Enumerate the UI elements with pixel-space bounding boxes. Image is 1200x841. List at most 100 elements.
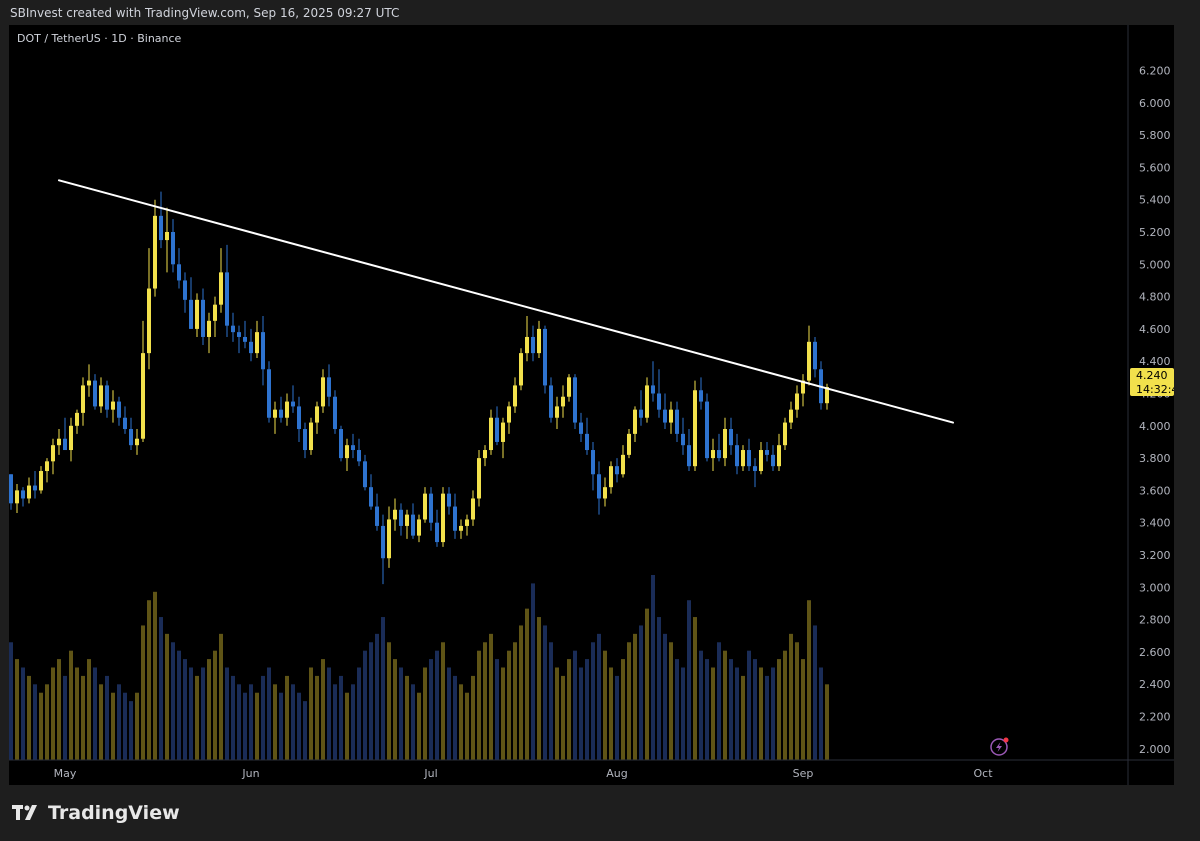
candle-body	[771, 454, 775, 467]
volume-bar	[549, 642, 553, 760]
candle	[9, 474, 13, 510]
volume-bar	[117, 684, 121, 760]
volume-bar	[693, 617, 697, 760]
volume-bar	[81, 675, 85, 760]
lightning-icon[interactable]	[990, 737, 1009, 756]
candle	[411, 503, 415, 539]
volume-bar	[315, 675, 319, 760]
candle	[423, 487, 427, 523]
candle-body	[699, 390, 703, 402]
volume-bar	[489, 633, 493, 760]
candle-body	[795, 393, 799, 410]
candle	[489, 409, 493, 455]
candle-body	[513, 385, 517, 407]
volume-bar	[573, 650, 577, 760]
candle	[609, 461, 613, 494]
descending-trendline[interactable]	[58, 179, 954, 424]
candle-body	[465, 519, 469, 526]
candle	[57, 429, 61, 455]
volume-bar	[153, 591, 157, 760]
candle	[471, 490, 475, 526]
candle	[495, 406, 499, 446]
volume-bar	[159, 617, 163, 760]
price-tick-label: 2.800	[1139, 614, 1171, 627]
volume-bar	[771, 667, 775, 760]
candle	[147, 248, 151, 370]
volume-bar	[171, 642, 175, 760]
candle	[363, 454, 367, 491]
price-tick-label: 5.600	[1139, 161, 1171, 174]
volume-bar	[393, 659, 397, 760]
candle-body	[735, 445, 739, 467]
volume-bar	[471, 675, 475, 760]
candle-body	[351, 445, 355, 451]
candle-body	[483, 450, 487, 459]
price-axis[interactable]: 2.000 2.200 2.400 2.600 2.800 3.000 3.200 3.400…	[1139, 65, 1171, 756]
candle	[171, 219, 175, 273]
candle	[69, 417, 73, 462]
candle	[357, 438, 361, 467]
volume-bar	[45, 684, 49, 760]
price-tick-label: 2.000	[1139, 743, 1171, 756]
candle	[771, 445, 775, 472]
candle-body	[399, 509, 403, 526]
volume-bar	[537, 617, 541, 760]
candle-body	[129, 429, 133, 446]
chart-area[interactable]: 2.000 2.200 2.400 2.600 2.800 3.000 3.200 3.400…	[9, 25, 1174, 785]
volume-bar	[741, 675, 745, 760]
volume-bar	[33, 684, 37, 760]
candle	[789, 401, 793, 430]
volume-bar	[177, 650, 181, 760]
time-axis[interactable]: May Jun Jul Aug Sep Oct	[54, 767, 994, 780]
volume-bar	[297, 692, 301, 760]
volume-bar	[633, 633, 637, 760]
candle	[27, 477, 31, 504]
candle-body	[9, 474, 13, 504]
candle-body	[267, 369, 271, 418]
volume-bar	[447, 667, 451, 760]
price-tick-label: 4.800	[1139, 291, 1171, 304]
volume-bar	[777, 659, 781, 760]
candle-body	[543, 328, 547, 386]
price-tick-label: 3.200	[1139, 549, 1171, 562]
candle-body	[117, 401, 121, 418]
candle-body	[609, 466, 613, 488]
volume-bar	[501, 667, 505, 760]
candle	[135, 429, 139, 455]
candle-body	[39, 471, 43, 491]
candle-body	[177, 264, 181, 281]
candle	[165, 207, 169, 273]
candle	[747, 438, 751, 472]
candle	[543, 325, 547, 394]
candle	[345, 438, 349, 472]
candle	[591, 441, 595, 491]
candle	[405, 509, 409, 539]
candle-body	[789, 409, 793, 423]
candle-body	[693, 390, 697, 467]
candle-body	[453, 506, 457, 531]
volume-bar	[189, 667, 193, 760]
candle	[39, 466, 43, 494]
volume-bars	[9, 575, 829, 760]
candle	[729, 417, 733, 455]
candlestick-chart[interactable]: 2.000 2.200 2.400 2.600 2.800 3.000 3.200 3.400…	[9, 25, 1174, 785]
candle-body	[339, 429, 343, 459]
candle-body	[579, 422, 583, 434]
tradingview-logo-icon	[12, 805, 37, 820]
candle-body	[93, 380, 97, 407]
candle	[621, 445, 625, 478]
candle-body	[441, 493, 445, 543]
volume-bar	[39, 692, 43, 760]
candle	[285, 393, 289, 426]
candle	[87, 364, 91, 397]
volume-bar	[123, 692, 127, 760]
price-tick-label: 6.000	[1139, 97, 1171, 110]
candle-body	[705, 401, 709, 459]
volume-bar	[669, 642, 673, 760]
candle	[231, 312, 235, 342]
candle-body	[57, 438, 61, 446]
volume-bar	[711, 667, 715, 760]
price-tick-label: 4.000	[1139, 420, 1171, 433]
candle-body	[645, 385, 649, 418]
volume-bar	[441, 642, 445, 760]
